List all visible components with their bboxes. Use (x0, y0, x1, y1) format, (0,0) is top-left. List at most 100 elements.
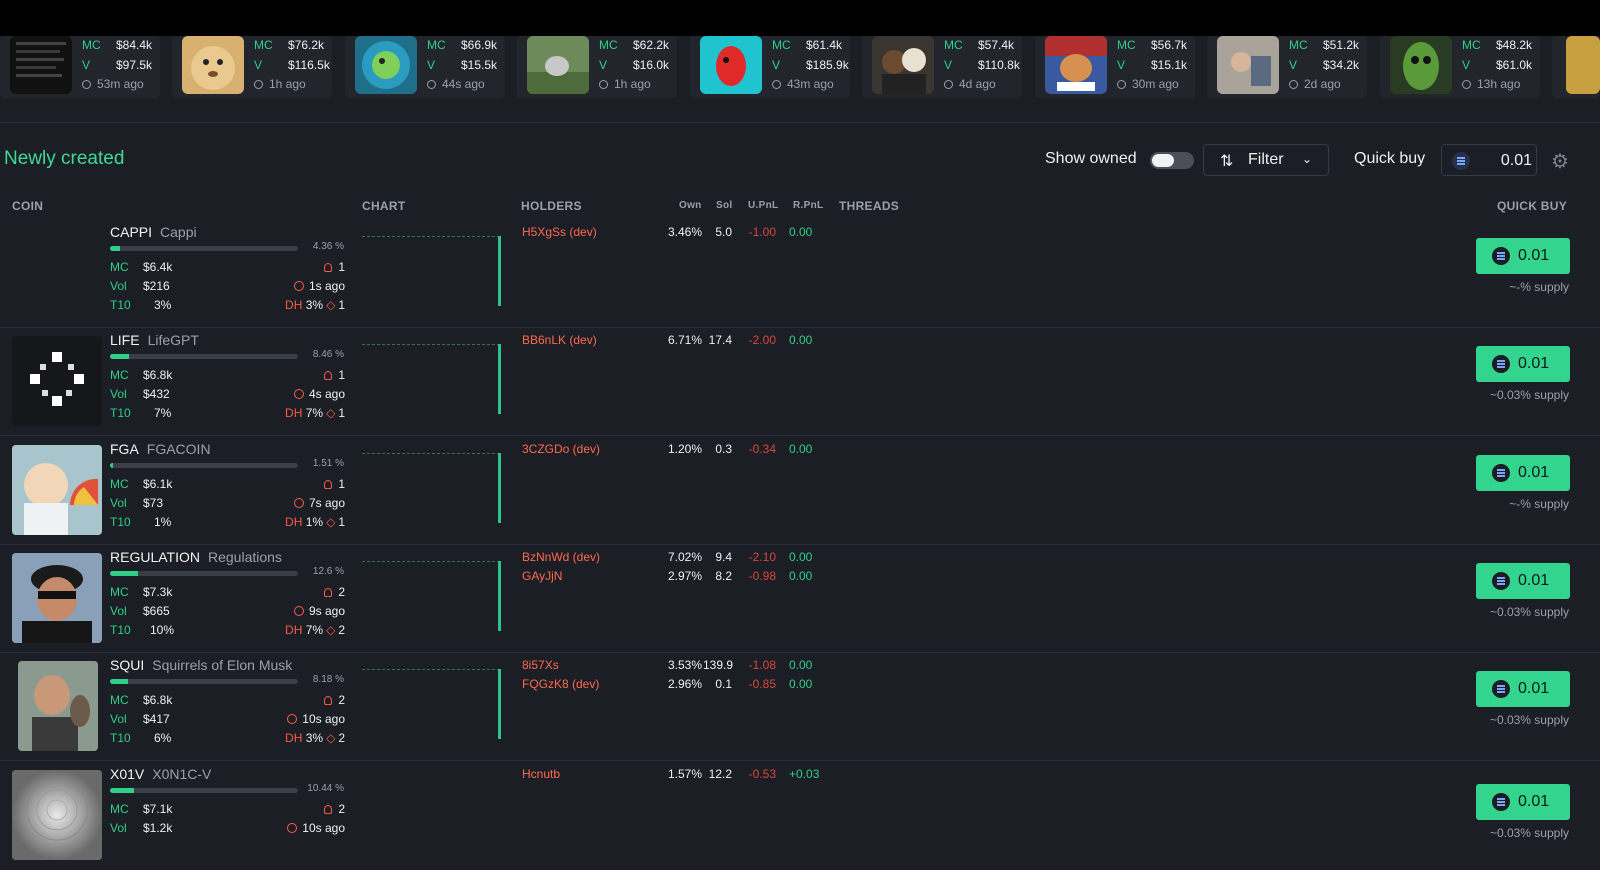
bonding-progress-bar (110, 571, 298, 576)
holder-own: 1.57% (667, 767, 702, 781)
supply-estimate: ~0.03% supply (1489, 605, 1569, 619)
trending-card[interactable]: MC $57.4k V $110.8k 4d ago (862, 36, 1022, 98)
trending-card[interactable]: MC $66.9k V $15.5k 44s ago (345, 36, 505, 98)
chart-baseline (362, 236, 500, 237)
trending-card[interactable]: MC $51.2k V $34.2k 2d ago (1207, 36, 1367, 98)
holders-count: 1 (324, 477, 345, 491)
token-image (527, 36, 589, 94)
trending-stats: MC $62.2k V $16.0k 1h ago (599, 36, 669, 95)
token-image (1217, 36, 1279, 94)
filter-button[interactable]: ⇅ Filter ⌄ (1203, 144, 1329, 176)
trending-stats: MC $61.4k V $185.9k 43m ago (772, 36, 849, 95)
progress-percent: 8.46 % (312, 349, 344, 360)
token-image (10, 36, 72, 94)
progress-percent: 10.44 % (307, 783, 344, 794)
trending-card[interactable] (1552, 36, 1600, 98)
diamond-icon: ◇ (326, 515, 336, 529)
trending-card[interactable]: MC $61.4k V $185.9k 43m ago (690, 36, 850, 98)
top10-holding: 1% (154, 515, 172, 529)
holder-address[interactable]: GAyJjN (522, 569, 562, 583)
person-icon (324, 263, 333, 272)
quick-buy-button[interactable]: 0.01 (1476, 455, 1570, 491)
quick-buy-button[interactable]: 0.01 (1476, 671, 1570, 707)
mc-label: MC (944, 38, 963, 52)
holder-address[interactable]: H5XgSs (dev) (522, 225, 597, 239)
holders-count: 2 (324, 693, 345, 707)
trending-card[interactable]: MC $76.2k V $116.5k 1h ago (172, 36, 332, 98)
market-cap: $56.7k (1151, 38, 1188, 52)
quick-buy-button[interactable]: 0.01 (1476, 346, 1570, 382)
top10-holding: 10% (150, 623, 175, 637)
gear-icon[interactable]: ⚙ (1551, 149, 1569, 174)
coin-row[interactable]: FGA FGACOIN 1.51 % MC $6.1k Vol $73 T10 1… (0, 437, 1600, 545)
quick-buy-input[interactable] (1472, 149, 1534, 173)
t10-label: T10 (110, 731, 131, 745)
holder-upnl: -0.53 (748, 767, 776, 781)
market-cap: $7.1k (143, 802, 173, 816)
solana-icon (1492, 793, 1510, 811)
token-title: SQUI Squirrels of Elon Musk (110, 657, 292, 673)
quick-buy-button[interactable]: 0.01 (1476, 784, 1570, 820)
coin-row[interactable]: X01V X0N1C-V 10.44 % MC $7.1k Vol $1.2k 2… (0, 762, 1600, 870)
progress-percent: 4.36 % (312, 241, 344, 252)
vol-label: Vol (110, 821, 127, 835)
quick-buy-amount-field[interactable] (1441, 144, 1537, 176)
market-cap: $48.2k (1496, 38, 1533, 52)
volume: $16.0k (633, 57, 670, 72)
quick-buy-button[interactable]: 0.01 (1476, 563, 1570, 599)
coin-row[interactable]: LIFE LifeGPT 8.46 % MC $6.8k Vol $432 T10… (0, 328, 1600, 436)
diamond-icon: ◇ (326, 406, 336, 420)
trending-card[interactable]: MC $84.4k V $97.5k 53m ago (0, 36, 160, 98)
holder-address[interactable]: 3CZGDo (dev) (522, 442, 600, 456)
holder-address[interactable]: BB6nLK (dev) (522, 333, 597, 347)
divider (0, 122, 1600, 123)
coin-row[interactable]: SQUI Squirrels of Elon Musk 8.18 % MC $6.… (0, 653, 1600, 761)
mc-label: MC (82, 38, 101, 52)
coin-row[interactable]: REGULATION Regulations 12.6 % MC $7.3k Vo… (0, 545, 1600, 653)
ticker: SQUI (110, 657, 145, 673)
trending-stats: MC $56.7k V $15.1k 30m ago (1117, 36, 1187, 95)
holder-rpnl: 0.00 (789, 225, 813, 239)
trending-card[interactable]: MC $48.2k V $61.0k 13h ago (1380, 36, 1540, 98)
token-age: 9s ago (293, 604, 345, 618)
market-cap: $57.4k (978, 38, 1015, 52)
show-owned-toggle[interactable] (1150, 152, 1194, 169)
chart-candle (498, 561, 501, 631)
toggle-knob (1152, 154, 1174, 167)
chart-candle (498, 669, 501, 739)
supply-estimate: ~0.03% supply (1489, 388, 1569, 402)
trending-stats: MC $66.9k V $15.5k 44s ago (427, 36, 497, 95)
person-icon (324, 371, 333, 380)
quick-buy-button[interactable]: 0.01 (1476, 238, 1570, 274)
filter-label: Filter (1248, 151, 1284, 168)
holder-address[interactable]: Hcnutb (522, 767, 560, 781)
holder-own: 6.71% (667, 333, 702, 347)
token-name: Cappi (160, 224, 197, 240)
clock-icon (944, 80, 953, 89)
progress-fill (110, 354, 130, 359)
token-image (1045, 36, 1107, 94)
progress-fill (110, 679, 129, 684)
trending-card[interactable]: MC $56.7k V $15.1k 30m ago (1035, 36, 1195, 98)
progress-percent: 1.51 % (312, 458, 344, 469)
holder-address[interactable]: FQGzK8 (dev) (522, 677, 599, 691)
holder-address[interactable]: BzNnWd (dev) (522, 550, 600, 564)
solana-icon (1492, 355, 1510, 373)
dev-holding: DH 7% ◇ 1 (285, 406, 345, 420)
age: 30m ago (1132, 77, 1179, 91)
dev-holding: DH 7% ◇ 2 (285, 623, 345, 637)
holder-address[interactable]: 8i57Xs (522, 658, 559, 672)
diamond-icon: ◇ (326, 298, 336, 312)
solana-icon (1492, 572, 1510, 590)
token-name: Regulations (207, 549, 282, 565)
coin-row[interactable]: CAPPI Cappi 4.36 % MC $6.4k Vol $216 T10 … (0, 220, 1600, 328)
volume-label: V (1117, 57, 1126, 72)
age: 43m ago (787, 77, 834, 91)
mc-label: MC (110, 477, 129, 491)
clock-icon (82, 80, 91, 89)
trending-card[interactable]: MC $62.2k V $16.0k 1h ago (517, 36, 677, 98)
progress-fill (110, 246, 120, 251)
col-chart: CHART (362, 199, 406, 213)
trending-stats: MC $57.4k V $110.8k 4d ago (944, 36, 1020, 95)
chart-baseline (362, 561, 500, 562)
